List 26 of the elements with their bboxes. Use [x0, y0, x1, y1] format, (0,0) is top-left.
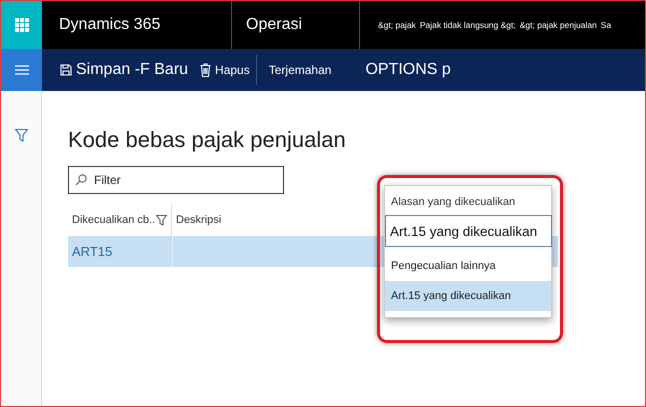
action-button[interactable]: Terjemahan: [262, 63, 338, 77]
breadcrumb[interactable]: &gt; pajak penjualan: [520, 20, 597, 30]
menu-icon: [14, 65, 28, 75]
delete-button[interactable]: Hapus: [194, 63, 256, 77]
save-button[interactable]: Simpan -F Baru: [54, 61, 194, 79]
filter-icon[interactable]: [14, 129, 28, 142]
breadcrumb[interactable]: Sa: [600, 20, 612, 30]
search-icon: [75, 174, 87, 186]
menu-button[interactable]: [1, 49, 42, 91]
column-header[interactable]: Deskripsi: [176, 214, 222, 226]
reason-field[interactable]: Art.15 yang dikecualikan: [385, 215, 552, 247]
app-launcher-icon: [14, 18, 28, 32]
options-button[interactable]: OPTIONS p: [359, 61, 457, 79]
dropdown-option[interactable]: Pengecualian lainnya: [385, 251, 551, 281]
column-header[interactable]: Dikecualikan cb..: [72, 214, 156, 226]
code-cell-text: ART15: [71, 243, 114, 261]
filter-field[interactable]: Filter: [68, 166, 284, 194]
page-title: Kode bebas pajak penjualan: [68, 127, 347, 153]
breadcrumb[interactable]: Pajak tidak langsung &gt;: [420, 20, 516, 30]
column-header[interactable]: Alasan yang dikecualikan: [385, 186, 551, 215]
app-launcher-button[interactable]: [1, 1, 42, 49]
save-icon: [60, 64, 72, 76]
breadcrumb[interactable]: &gt; pajak: [378, 20, 416, 30]
filter-icon[interactable]: [156, 214, 168, 226]
trash-icon: [200, 63, 212, 77]
dropdown-option[interactable]: Art.15 yang dikecualikan: [385, 281, 551, 311]
